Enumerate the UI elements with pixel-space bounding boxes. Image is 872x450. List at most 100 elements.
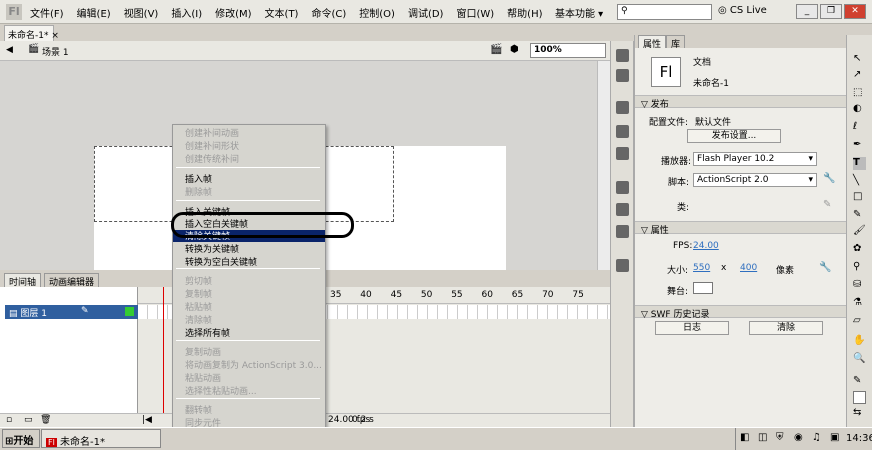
tray-icon[interactable]: ⛨ xyxy=(776,432,784,443)
playhead[interactable] xyxy=(163,287,164,413)
menu-text[interactable]: 文本(T) xyxy=(265,5,299,20)
paint-bucket-tool-icon[interactable]: ⛁ xyxy=(853,279,866,292)
player-select[interactable]: Flash Player 10.2 ▾ xyxy=(693,152,817,166)
tab-timeline[interactable]: 时间轴 xyxy=(4,273,42,288)
tray-icon[interactable]: ◧ xyxy=(740,432,749,443)
context-menu-item[interactable]: 选择性粘贴动画... xyxy=(185,384,257,397)
rectangle-tool-icon[interactable]: □ xyxy=(853,191,866,204)
restore-button[interactable]: ❐ xyxy=(820,4,842,19)
components-icon[interactable] xyxy=(616,203,629,216)
new-folder-icon[interactable]: ▭ xyxy=(24,415,33,425)
project-panel-icon[interactable] xyxy=(616,259,629,272)
zoom-select[interactable]: 100% xyxy=(530,43,606,58)
motion-presets-icon[interactable] xyxy=(616,225,629,238)
eyedropper-tool-icon[interactable]: ⚗ xyxy=(853,297,866,310)
text-tool-icon[interactable]: T xyxy=(853,157,866,170)
layer-color-icon[interactable] xyxy=(125,307,134,316)
free-transform-tool-icon[interactable]: ⬚ xyxy=(853,87,866,100)
menu-window[interactable]: 窗口(W) xyxy=(456,5,494,20)
tab-library[interactable]: 库 xyxy=(666,35,686,50)
line-tool-icon[interactable]: ╲ xyxy=(853,175,866,188)
align-panel-icon[interactable] xyxy=(616,101,629,114)
context-menu-item[interactable]: 创建传统补间 xyxy=(185,152,239,165)
properties-section-header[interactable]: ▽ 属性 xyxy=(635,221,847,236)
menu-edit[interactable]: 编辑(E) xyxy=(77,5,111,20)
close-button[interactable]: ✕ xyxy=(844,4,866,19)
hand-tool-icon[interactable]: ✋ xyxy=(853,335,866,348)
publish-settings-button[interactable]: 发布设置... xyxy=(687,129,781,143)
context-menu-item[interactable]: 粘贴帧 xyxy=(185,300,212,313)
log-button[interactable]: 日志 xyxy=(655,321,729,335)
pen-tool-icon[interactable]: ✒ xyxy=(853,139,866,152)
start-button[interactable]: ⊞开始 xyxy=(2,429,40,448)
context-menu-item[interactable]: 复制帧 xyxy=(185,287,212,300)
pencil-tool-icon[interactable]: ✎ xyxy=(853,209,866,222)
swatches-panel-icon[interactable] xyxy=(616,69,629,82)
menu-insert[interactable]: 插入(I) xyxy=(171,5,202,20)
scene-label[interactable]: 场景 1 xyxy=(42,45,69,58)
context-menu-item[interactable]: 剪切帧 xyxy=(185,274,212,287)
layer-name[interactable]: 图层 1 xyxy=(20,309,47,319)
swap-colors-icon[interactable]: ⇆ xyxy=(853,407,866,420)
document-tab[interactable]: 未命名-1* × xyxy=(4,25,59,41)
context-menu-item[interactable]: 转换为关键帧 xyxy=(185,242,239,255)
context-menu-item[interactable]: 创建补间动画 xyxy=(185,126,239,139)
context-menu-item[interactable]: 清除帧 xyxy=(185,313,212,326)
context-menu-item[interactable]: 选择所有帧 xyxy=(185,326,230,339)
context-menu-item[interactable]: 翻转帧 xyxy=(185,403,212,416)
wrench-icon[interactable]: 🔧 xyxy=(823,173,835,184)
context-menu-item[interactable]: 转换为空白关键帧 xyxy=(185,255,257,268)
menu-control[interactable]: 控制(O) xyxy=(359,5,395,20)
context-menu-item[interactable]: 将动画复制为 ActionScript 3.0... xyxy=(185,358,322,371)
cs-live-button[interactable]: ◎ CS Live xyxy=(718,5,767,16)
zoom-tool-icon[interactable]: 🔍 xyxy=(853,353,866,366)
context-menu-item[interactable]: 创建补间形状 xyxy=(185,139,239,152)
menu-help[interactable]: 帮助(H) xyxy=(507,5,542,20)
tray-icon[interactable]: ▣ xyxy=(830,432,839,443)
tray-icon[interactable]: ◉ xyxy=(794,432,803,443)
workspace-switcher[interactable]: 基本功能 ▾ xyxy=(555,5,603,20)
stage-color-swatch[interactable] xyxy=(693,282,713,294)
menu-debug[interactable]: 调试(D) xyxy=(408,5,444,20)
fill-color-icon[interactable] xyxy=(853,391,866,404)
clear-button[interactable]: 清除 xyxy=(749,321,823,335)
wrench-icon[interactable]: 🔧 xyxy=(819,262,831,273)
subselection-tool-icon[interactable]: ↗ xyxy=(853,69,866,82)
layer-row[interactable]: ▤ 图层 1 ✎ xyxy=(5,305,138,319)
deco-tool-icon[interactable]: ✿ xyxy=(853,243,866,256)
menu-file[interactable]: 文件(F) xyxy=(30,5,64,20)
tray-icon[interactable]: ♫ xyxy=(812,432,821,443)
height-value[interactable]: 400 xyxy=(740,263,757,273)
menu-view[interactable]: 视图(V) xyxy=(124,5,159,20)
eraser-tool-icon[interactable]: ▱ xyxy=(853,315,866,328)
delete-layer-icon[interactable]: 🗑 xyxy=(40,415,51,425)
search-input[interactable]: ⚲ xyxy=(617,4,712,20)
pencil-icon[interactable]: ✎ xyxy=(823,199,831,210)
transform-panel-icon[interactable] xyxy=(616,147,629,160)
stroke-color-icon[interactable]: ✎ xyxy=(853,375,866,388)
brush-tool-icon[interactable]: 🖌 xyxy=(853,225,866,238)
publish-section-header[interactable]: ▽ 发布 xyxy=(635,95,847,110)
3d-rotation-tool-icon[interactable]: ◐ xyxy=(853,103,866,116)
time-readout[interactable]: 0.2 s xyxy=(352,415,374,425)
width-value[interactable]: 550 xyxy=(693,263,710,273)
context-menu-item[interactable]: 粘贴动画 xyxy=(185,371,221,384)
tray-icon[interactable]: ◫ xyxy=(758,432,767,443)
vertical-scrollbar[interactable] xyxy=(597,61,610,270)
selection-tool-icon[interactable]: ↖ xyxy=(853,53,866,66)
edit-symbol-icon[interactable]: ⬢ xyxy=(510,44,519,55)
menu-commands[interactable]: 命令(C) xyxy=(311,5,346,20)
info-panel-icon[interactable] xyxy=(616,125,629,138)
context-menu-item[interactable]: 插入帧 xyxy=(185,172,212,185)
tab-motion-editor[interactable]: 动画编辑器 xyxy=(44,273,100,288)
code-snippets-icon[interactable] xyxy=(616,181,629,194)
fps-value[interactable]: 24.00 xyxy=(693,241,719,251)
back-arrow-icon[interactable]: ◀ xyxy=(6,45,13,55)
minimize-button[interactable]: _ xyxy=(796,4,818,19)
script-select[interactable]: ActionScript 2.0 ▾ xyxy=(693,173,817,187)
menu-modify[interactable]: 修改(M) xyxy=(215,5,251,20)
tab-properties[interactable]: 属性 xyxy=(638,35,667,50)
close-tab-icon[interactable]: × xyxy=(51,31,59,41)
context-menu-item[interactable]: 删除帧 xyxy=(185,185,212,198)
edit-scene-icon[interactable]: 🎬 xyxy=(490,44,502,55)
